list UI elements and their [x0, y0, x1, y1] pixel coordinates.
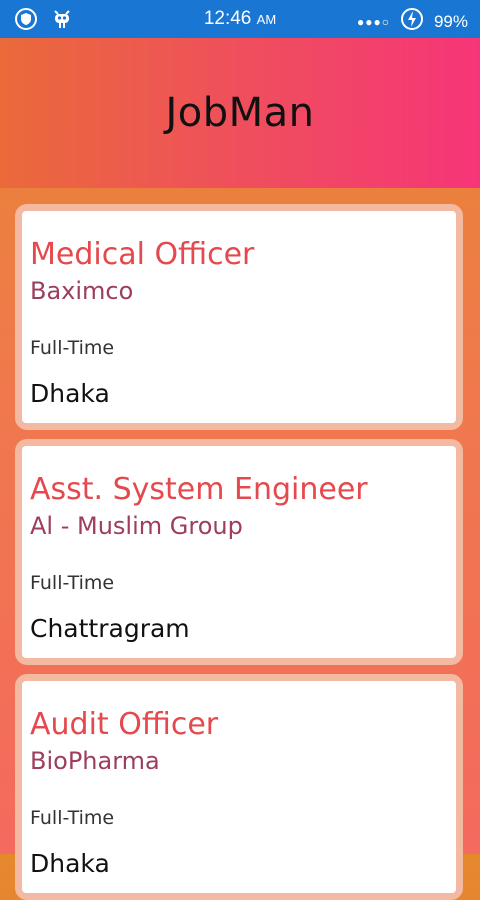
job-card-body: Audit Officer BioPharma Full-Time Dhaka [22, 681, 456, 893]
job-title: Audit Officer [30, 707, 219, 742]
status-bar: 12:46 AM ●●●○ 99% [0, 0, 480, 38]
job-card-body: Medical Officer Baximco Full-Time Dhaka [22, 211, 456, 423]
app-header: JobMan [0, 38, 480, 188]
job-title: Medical Officer [30, 237, 255, 272]
clock-time: 12:46 [203, 8, 252, 29]
battery-percent: 99% [433, 11, 468, 31]
job-location: Dhaka [30, 849, 110, 878]
clock-ampm: AM [256, 12, 277, 27]
app-title: JobMan [165, 90, 315, 136]
job-type: Full-Time [30, 337, 115, 359]
job-location: Dhaka [30, 379, 110, 408]
job-card[interactable]: Medical Officer Baximco Full-Time Dhaka [15, 204, 463, 430]
job-card-body: Asst. System Engineer Al - Muslim Group … [22, 446, 456, 658]
job-title: Asst. System Engineer [30, 472, 368, 507]
job-location: Chattragram [30, 614, 190, 643]
battery-charging-icon [400, 7, 424, 36]
job-company: Baximco [30, 277, 134, 305]
signal-dots-icon: ●●●○ [356, 14, 390, 29]
job-company: Al - Muslim Group [30, 512, 243, 540]
job-type: Full-Time [30, 572, 115, 594]
job-type: Full-Time [30, 807, 115, 829]
job-card[interactable]: Asst. System Engineer Al - Muslim Group … [15, 439, 463, 665]
job-card[interactable]: Audit Officer BioPharma Full-Time Dhaka [15, 674, 463, 900]
job-company: BioPharma [30, 747, 160, 775]
